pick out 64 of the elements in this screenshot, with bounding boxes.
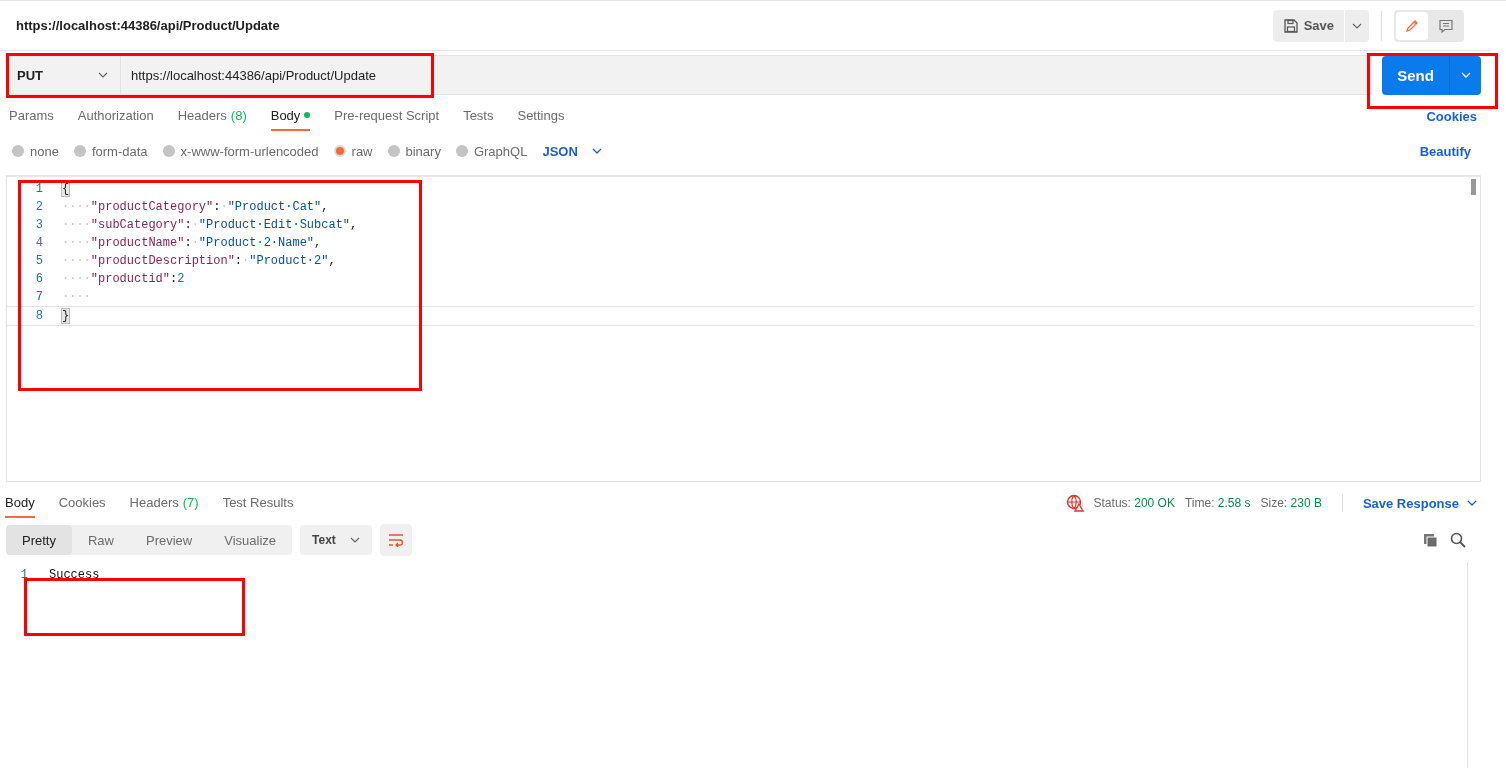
caret-icon (349, 537, 360, 543)
cookies-link[interactable]: Cookies (1426, 108, 1477, 124)
line-number: 1 (34, 182, 44, 196)
request-tab[interactable]: Params (9, 101, 54, 131)
code-line: ···· (62, 290, 91, 304)
caret-icon (1460, 72, 1471, 78)
line-number: 3 (34, 218, 44, 232)
body-type-radio[interactable]: form-data (73, 143, 148, 159)
view-mode-tab[interactable]: Pretty (6, 525, 72, 555)
code-line: ····"productName":·"Product·2·Name", (62, 236, 322, 250)
body-type-radio[interactable]: raw (333, 143, 373, 159)
line-number: 2 (34, 200, 44, 214)
response-tab[interactable]: Cookies (58, 488, 106, 518)
wrap-lines-icon (387, 533, 404, 547)
request-tab[interactable]: Body (270, 101, 311, 131)
request-tab[interactable]: Tests (463, 101, 494, 131)
response-tab[interactable]: Headers (7) (129, 488, 199, 518)
code-line: ····"subCategory":·"Product·Edit·Subcat", (62, 218, 358, 232)
caret-icon (591, 148, 602, 154)
globe-warning-icon (1065, 494, 1084, 512)
code-editor[interactable]: 1 { 2 ····"productCategory":·"Product·Cat", 3 ····"subCategory":·"Product·Edit·Subcat", 4 ····"productName":·"Product·2·Name", 5 ····"productDescription":·"Product·2", 6 ····"productid":2 7 ···· 8 } (6, 175, 1481, 482)
body-type-radio[interactable]: binary (387, 143, 441, 159)
request-title: https://localhost:44386/api/Product/Update (16, 18, 280, 33)
body-type-radio[interactable]: x-www-form-urlencoded (162, 143, 319, 159)
beautify-link[interactable]: Beautify (1419, 143, 1471, 159)
line-number: 4 (34, 236, 44, 250)
line-number: 5 (34, 254, 44, 268)
line-number: 1 (19, 568, 29, 582)
line-number: 6 (34, 272, 44, 286)
code-line: ····"productCategory":·"Product·Cat", (62, 200, 329, 214)
line-number: 8 (34, 309, 44, 323)
request-tab[interactable]: Settings (517, 101, 565, 131)
caret-icon (1467, 500, 1477, 506)
response-text: Success (49, 568, 100, 582)
comment-icon (1438, 17, 1454, 34)
edit-mode-button[interactable] (1396, 11, 1428, 40)
save-button[interactable]: Save (1272, 9, 1344, 42)
caret-icon (1352, 22, 1362, 29)
save-response-button[interactable]: Save Response (1362, 495, 1477, 511)
request-tab[interactable]: Authorization (77, 101, 154, 131)
code-line: ····"productid":2 (62, 272, 185, 286)
request-tab[interactable]: Pre-request Script (334, 101, 440, 131)
view-mode-tab[interactable]: Raw (71, 525, 130, 555)
response-tab[interactable]: Body (5, 488, 35, 518)
request-tab[interactable]: Headers (8) (177, 101, 247, 131)
search-icon[interactable] (1450, 532, 1466, 548)
wrap-lines-button[interactable] (379, 524, 412, 556)
line-number: 7 (34, 290, 44, 304)
save-options-button[interactable] (1345, 9, 1369, 42)
send-options-button[interactable] (1449, 55, 1481, 95)
response-tab[interactable]: Test Results (222, 488, 294, 518)
scrollbar-thumb[interactable] (1471, 179, 1476, 195)
view-mode-tab[interactable]: Visualize (208, 525, 293, 555)
code-line: ····"productDescription":·"Product·2", (62, 254, 336, 268)
view-mode-tab[interactable]: Preview (130, 525, 209, 555)
body-type-radio[interactable]: GraphQL (455, 143, 528, 159)
response-stat: Time: 2.58 s (1184, 496, 1251, 510)
send-button[interactable]: Send (1382, 55, 1449, 95)
language-dropdown[interactable]: JSON (542, 143, 602, 159)
body-type-radio[interactable]: none (12, 143, 59, 159)
response-stat: Size: 230 B (1260, 496, 1322, 510)
copy-icon[interactable] (1423, 532, 1438, 548)
response-stat: Status: 200 OK (1093, 496, 1175, 510)
format-dropdown[interactable]: Text (300, 525, 372, 555)
